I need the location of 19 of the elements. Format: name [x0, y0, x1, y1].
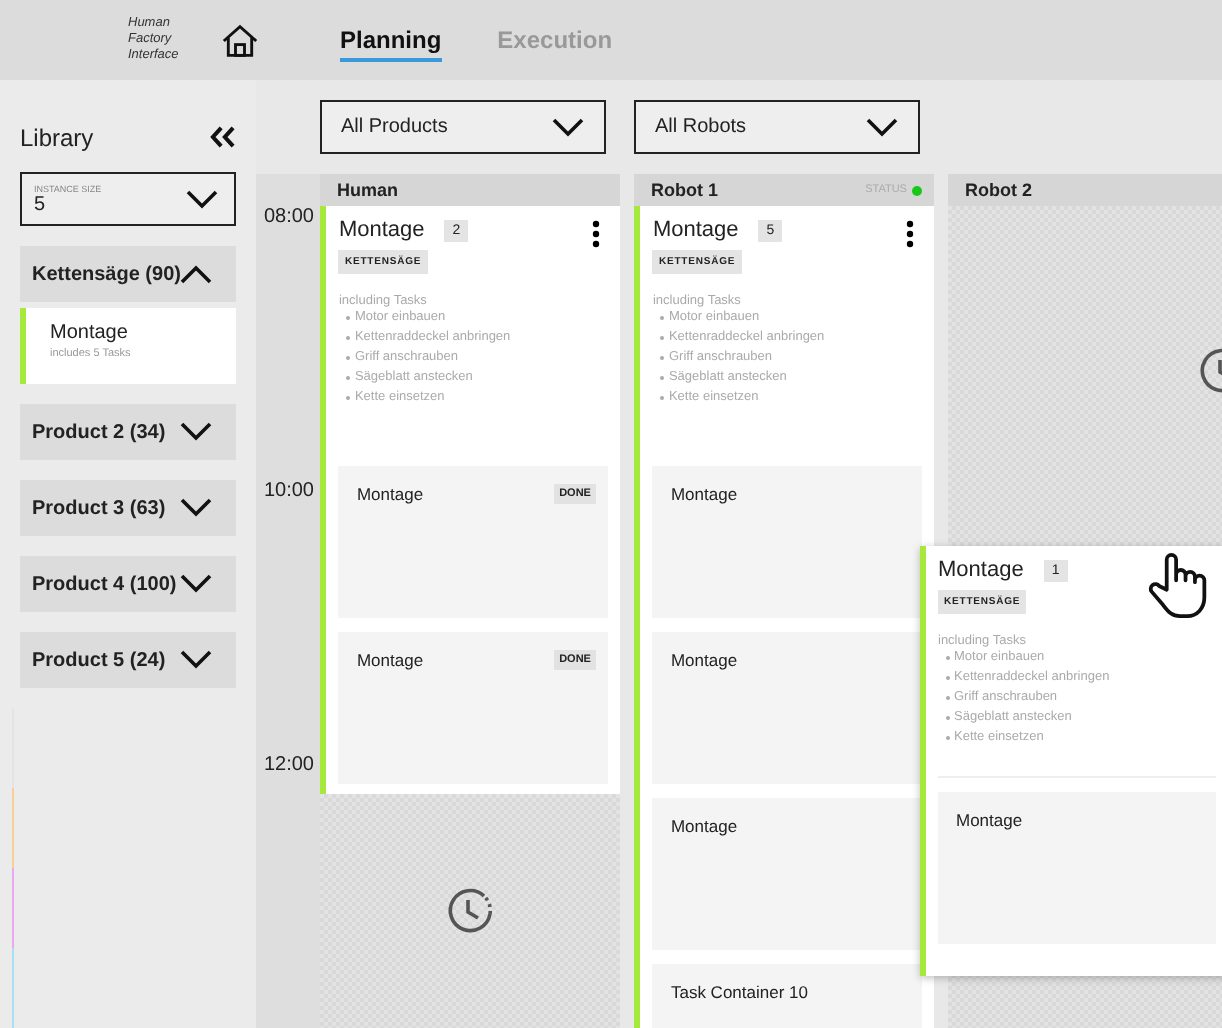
card-title: Montage	[938, 558, 1024, 582]
subtask-title: Montage	[356, 484, 424, 504]
subtask-title: Montage	[670, 816, 738, 836]
subtask-title: Montage	[356, 650, 424, 670]
library-title: Library	[20, 123, 94, 152]
subtask-title: Task Container 10	[670, 982, 808, 1002]
subtask-title: Montage	[670, 650, 738, 670]
time-label: 12:00	[263, 754, 314, 776]
column-title: Human	[336, 180, 398, 200]
subtask-title: Montage	[956, 810, 1023, 830]
card-title: Montage	[338, 218, 425, 242]
column-title: Robot 1	[650, 180, 718, 200]
time-label: 10:00	[263, 480, 314, 502]
item-title: Montage	[50, 322, 130, 344]
card-title: Montage	[652, 218, 739, 242]
field-value: 5	[34, 193, 48, 216]
subtask-title: Montage	[670, 484, 738, 504]
column-title: Robot 2	[964, 180, 1032, 200]
time-label: 08:00	[263, 206, 314, 228]
